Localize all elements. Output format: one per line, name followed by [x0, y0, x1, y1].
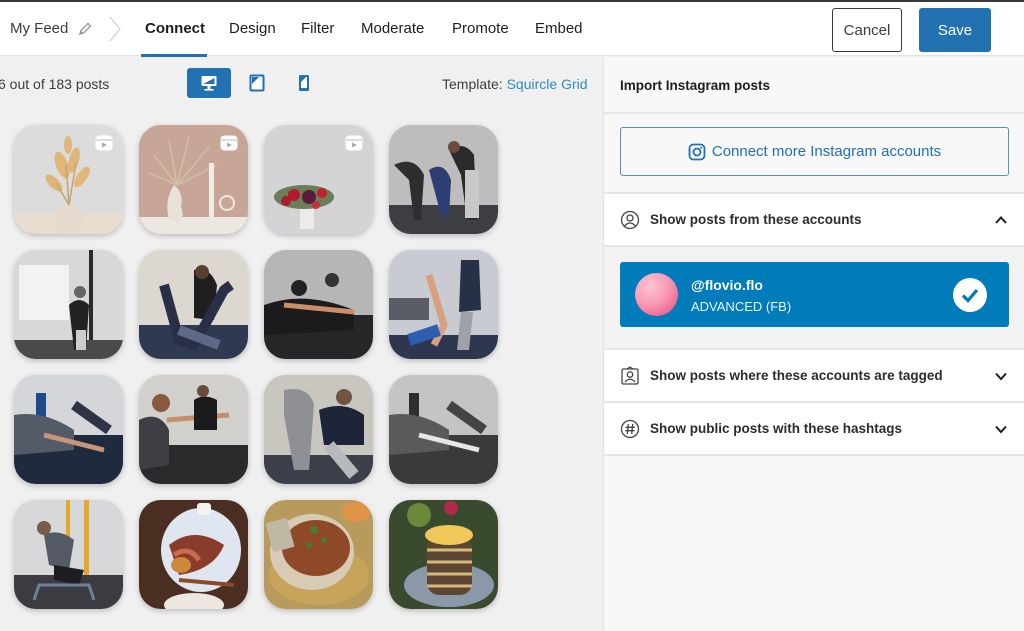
post-image-leg-raise	[389, 250, 498, 359]
tablet-icon	[249, 74, 265, 92]
section-accounts-header[interactable]: Show posts from these accounts	[604, 194, 1024, 247]
avatar	[635, 273, 678, 316]
post-tile[interactable]	[139, 375, 248, 484]
cancel-button[interactable]: Cancel	[832, 8, 902, 52]
save-button[interactable]: Save	[919, 8, 991, 52]
tab-moderate[interactable]: Moderate	[361, 20, 424, 37]
tab-promote[interactable]: Promote	[452, 20, 509, 37]
post-image-seated-stretch-class	[264, 250, 373, 359]
desktop-icon	[201, 76, 217, 91]
account-selected-toggle[interactable]	[953, 278, 987, 312]
tab-connect[interactable]: Connect	[145, 20, 205, 37]
feed-preview-grid	[14, 125, 498, 609]
post-image-parallettes	[14, 500, 123, 609]
user-circle-icon	[620, 210, 640, 229]
pencil-icon[interactable]	[77, 21, 93, 37]
hashtag-icon	[620, 419, 640, 438]
panel-title: Import Instagram posts	[604, 57, 1024, 114]
chevron-down-icon[interactable]	[994, 369, 1008, 383]
post-tile[interactable]	[14, 375, 123, 484]
settings-panel: Import Instagram posts Connect more Inst…	[603, 57, 1024, 631]
reel-icon	[220, 135, 238, 151]
desktop-view-button[interactable]	[187, 68, 231, 98]
phone-icon	[299, 75, 309, 91]
template-label-text: Template:	[442, 76, 503, 92]
template-link[interactable]: Squircle Grid	[507, 76, 588, 92]
reel-icon	[345, 135, 363, 151]
section-tagged-title: Show posts where these accounts are tagg…	[650, 368, 943, 383]
post-image-kneeling-stretch	[14, 375, 123, 484]
post-image-steak-dinner	[139, 500, 248, 609]
post-tile[interactable]	[389, 125, 498, 234]
post-image-assisted-stretch	[139, 250, 248, 359]
breadcrumb-chevron-icon	[109, 16, 121, 42]
post-tile[interactable]	[14, 125, 123, 234]
post-image-forward-bend	[264, 375, 373, 484]
post-tile[interactable]	[389, 250, 498, 359]
top-bar: My Feed Connect Design Filter Moderate P…	[0, 0, 1024, 57]
tablet-view-button[interactable]	[235, 68, 279, 98]
reel-icon	[95, 135, 113, 151]
post-tile[interactable]	[264, 375, 373, 484]
tab-embed[interactable]: Embed	[535, 20, 583, 37]
post-tile[interactable]	[139, 250, 248, 359]
post-tile[interactable]	[264, 500, 373, 609]
post-image-bw-stretch	[389, 375, 498, 484]
tab-design[interactable]: Design	[229, 20, 276, 37]
post-image-group-stretch	[389, 125, 498, 234]
connect-section: Connect more Instagram accounts	[604, 114, 1024, 194]
account-card[interactable]: @flovio.flo ADVANCED (FB)	[620, 262, 1009, 327]
post-tile[interactable]	[389, 375, 498, 484]
post-tile[interactable]	[139, 125, 248, 234]
post-image-whiteboard-coach	[14, 250, 123, 359]
active-tab-indicator	[141, 54, 207, 57]
section-accounts-title: Show posts from these accounts	[650, 212, 862, 227]
post-tile[interactable]	[14, 250, 123, 359]
instagram-icon	[688, 143, 706, 160]
post-image-seated-reach	[139, 375, 248, 484]
connect-accounts-button[interactable]: Connect more Instagram accounts	[620, 127, 1009, 176]
tagged-user-icon	[621, 365, 639, 385]
post-image-chickpea-bowl	[264, 500, 373, 609]
tab-filter[interactable]: Filter	[301, 20, 334, 37]
post-image-pancake-stack	[389, 500, 498, 609]
connect-accounts-label: Connect more Instagram accounts	[711, 143, 942, 160]
post-tile[interactable]	[389, 500, 498, 609]
section-hashtags-title: Show public posts with these hashtags	[650, 421, 903, 436]
post-tile[interactable]	[264, 250, 373, 359]
section-tagged-header[interactable]: Show posts where these accounts are tagg…	[604, 350, 1024, 403]
accounts-list: @flovio.flo ADVANCED (FB)	[604, 247, 1024, 350]
post-tile[interactable]	[139, 500, 248, 609]
phone-view-button[interactable]	[282, 68, 326, 98]
section-hashtags-header[interactable]: Show public posts with these hashtags	[604, 403, 1024, 456]
checkmark-icon	[961, 288, 979, 303]
post-tile[interactable]	[14, 500, 123, 609]
feed-name[interactable]: My Feed	[10, 20, 68, 37]
account-type: ADVANCED (FB)	[691, 299, 792, 314]
template-label: Template: Squircle Grid	[442, 76, 588, 92]
post-tile[interactable]	[264, 125, 373, 234]
chevron-up-icon[interactable]	[994, 213, 1008, 227]
account-handle: @flovio.flo	[691, 277, 763, 293]
chevron-down-icon[interactable]	[994, 422, 1008, 436]
post-count: 6 out of 183 posts	[0, 76, 110, 92]
